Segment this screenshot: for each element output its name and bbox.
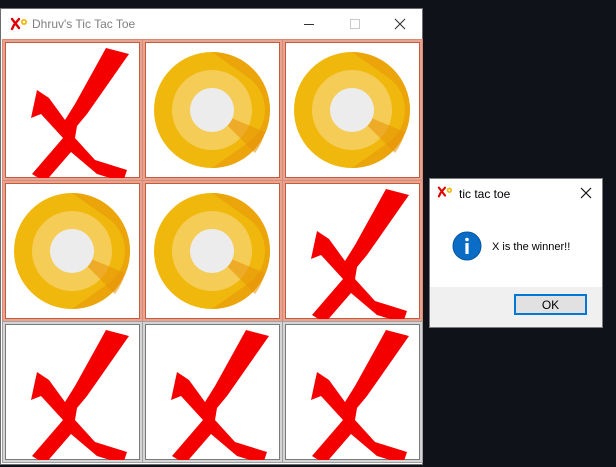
x-mark xyxy=(171,330,269,460)
x-mark-icon xyxy=(31,48,129,178)
app-icon xyxy=(10,17,27,31)
o-mark xyxy=(14,193,130,309)
board-cell-5[interactable] xyxy=(143,181,282,321)
x-mark xyxy=(311,189,409,319)
app-icon xyxy=(437,186,452,198)
x-mark-icon xyxy=(31,330,129,460)
game-window: Dhruv's Tic Tac Toe xyxy=(0,8,423,465)
maximize-icon xyxy=(350,19,360,29)
close-icon xyxy=(580,187,592,199)
dialog-title: tic tac toe xyxy=(459,187,511,201)
board-cell-4[interactable] xyxy=(3,181,142,321)
info-icon xyxy=(452,231,482,261)
board-cell-9[interactable] xyxy=(283,322,422,462)
board-cell-2[interactable] xyxy=(143,40,282,180)
o-mark xyxy=(154,193,270,309)
maximize-button[interactable] xyxy=(332,9,378,39)
o-mark xyxy=(294,52,410,168)
x-mark-icon xyxy=(311,330,409,460)
o-mark-icon xyxy=(154,193,270,309)
dialog-close-button[interactable] xyxy=(570,179,602,207)
board-cell-6[interactable] xyxy=(283,181,422,321)
close-button[interactable] xyxy=(377,9,423,39)
o-mark-icon xyxy=(154,52,270,168)
x-mark xyxy=(31,330,129,460)
board-cell-8[interactable] xyxy=(143,322,282,462)
board-cell-1[interactable] xyxy=(3,40,142,180)
o-mark xyxy=(154,52,270,168)
dialog-footer: OK xyxy=(430,287,602,327)
dialog-message: X is the winner!! xyxy=(492,241,571,253)
window-titlebar[interactable]: Dhruv's Tic Tac Toe xyxy=(1,9,422,39)
close-icon xyxy=(394,18,406,30)
x-mark xyxy=(311,330,409,460)
winner-dialog: tic tac toe X is the winner!! OK xyxy=(429,178,603,328)
x-mark xyxy=(31,48,129,178)
board-cell-3[interactable] xyxy=(283,40,422,180)
o-mark-icon xyxy=(14,193,130,309)
minimize-icon xyxy=(304,24,314,25)
dialog-titlebar[interactable]: tic tac toe xyxy=(430,179,602,207)
o-mark-icon xyxy=(294,52,410,168)
minimize-button[interactable] xyxy=(286,9,332,39)
window-title: Dhruv's Tic Tac Toe xyxy=(32,17,136,31)
ok-button[interactable]: OK xyxy=(514,294,587,315)
x-mark-icon xyxy=(311,189,409,319)
board-cell-7[interactable] xyxy=(3,322,142,462)
x-mark-icon xyxy=(171,330,269,460)
game-board xyxy=(3,40,422,464)
